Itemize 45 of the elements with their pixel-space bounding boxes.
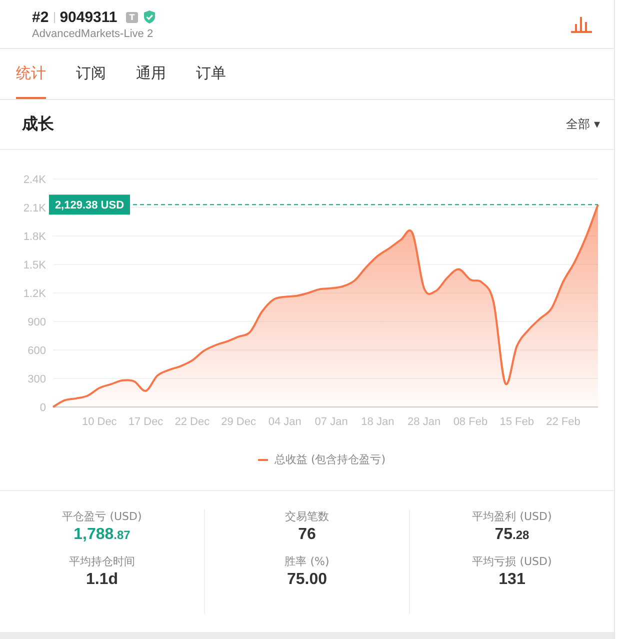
- x-axis-label: 10 Dec: [82, 416, 117, 428]
- x-axis-label: 04 Jan: [268, 416, 302, 428]
- tab[interactable]: 通用: [136, 49, 166, 99]
- y-axis-label: 2.4K: [23, 174, 46, 186]
- value-tag: 2,129.38 USD: [49, 194, 130, 215]
- stat-value: 131: [498, 571, 526, 589]
- x-axis-label: 22 Feb: [546, 416, 580, 428]
- y-axis-label: 2.1K: [23, 202, 46, 214]
- x-axis-label: 22 Dec: [174, 416, 210, 428]
- account-type-badge: T: [126, 12, 138, 22]
- x-axis-label: 07 Jan: [314, 416, 348, 428]
- y-axis-label: 900: [28, 316, 46, 328]
- stat-label: 平仓盈亏 (USD): [62, 509, 142, 524]
- x-axis-label: 29 Dec: [221, 416, 256, 428]
- bar-chart-icon[interactable]: [571, 16, 592, 32]
- stat-value: 1,788.87: [74, 526, 130, 544]
- y-axis-label: 0: [40, 402, 46, 414]
- y-axis-label: 1.2K: [23, 288, 46, 300]
- x-axis-label: 28 Jan: [408, 416, 441, 428]
- stat-value: 75.28: [494, 526, 530, 544]
- account-number: 9049311: [60, 8, 118, 26]
- tab[interactable]: 订阅: [76, 49, 106, 99]
- stat-label: 平均持仓时间: [69, 554, 135, 569]
- section-title: 成长: [22, 114, 54, 135]
- y-axis-label: 300: [28, 374, 46, 386]
- annotation: 2,129.38 USD: [54, 200, 124, 212]
- stat-value: 76: [298, 526, 316, 544]
- stat-label: 平均亏损 (USD): [472, 554, 552, 569]
- stat-label: 平均盈利 (USD): [472, 509, 552, 524]
- stat-label: 交易笔数: [285, 509, 329, 524]
- tab[interactable]: 订单: [196, 49, 226, 99]
- filter-dropdown[interactable]: 全部 ▾: [566, 116, 600, 133]
- stat-label: 胜率 (%): [284, 554, 330, 569]
- server-name: AdvancedMarkets-Live 2: [32, 28, 154, 40]
- rank-number: #2: [32, 8, 49, 26]
- x-axis-label: 15 Feb: [500, 416, 534, 428]
- y-axis-label: 600: [28, 345, 46, 357]
- stat-value: 75.00: [286, 571, 328, 589]
- y-axis-label: 1.5K: [23, 260, 46, 272]
- stat-value: 1.1d: [86, 571, 118, 589]
- y-axis-label: 1.8K: [23, 231, 46, 243]
- x-axis-label: 18 Jan: [361, 416, 394, 428]
- x-axis-label: 08 Feb: [453, 416, 488, 428]
- x-axis-label: 17 Dec: [128, 416, 164, 428]
- legend-label: 总收益 (包含持仓盈亏): [274, 452, 386, 467]
